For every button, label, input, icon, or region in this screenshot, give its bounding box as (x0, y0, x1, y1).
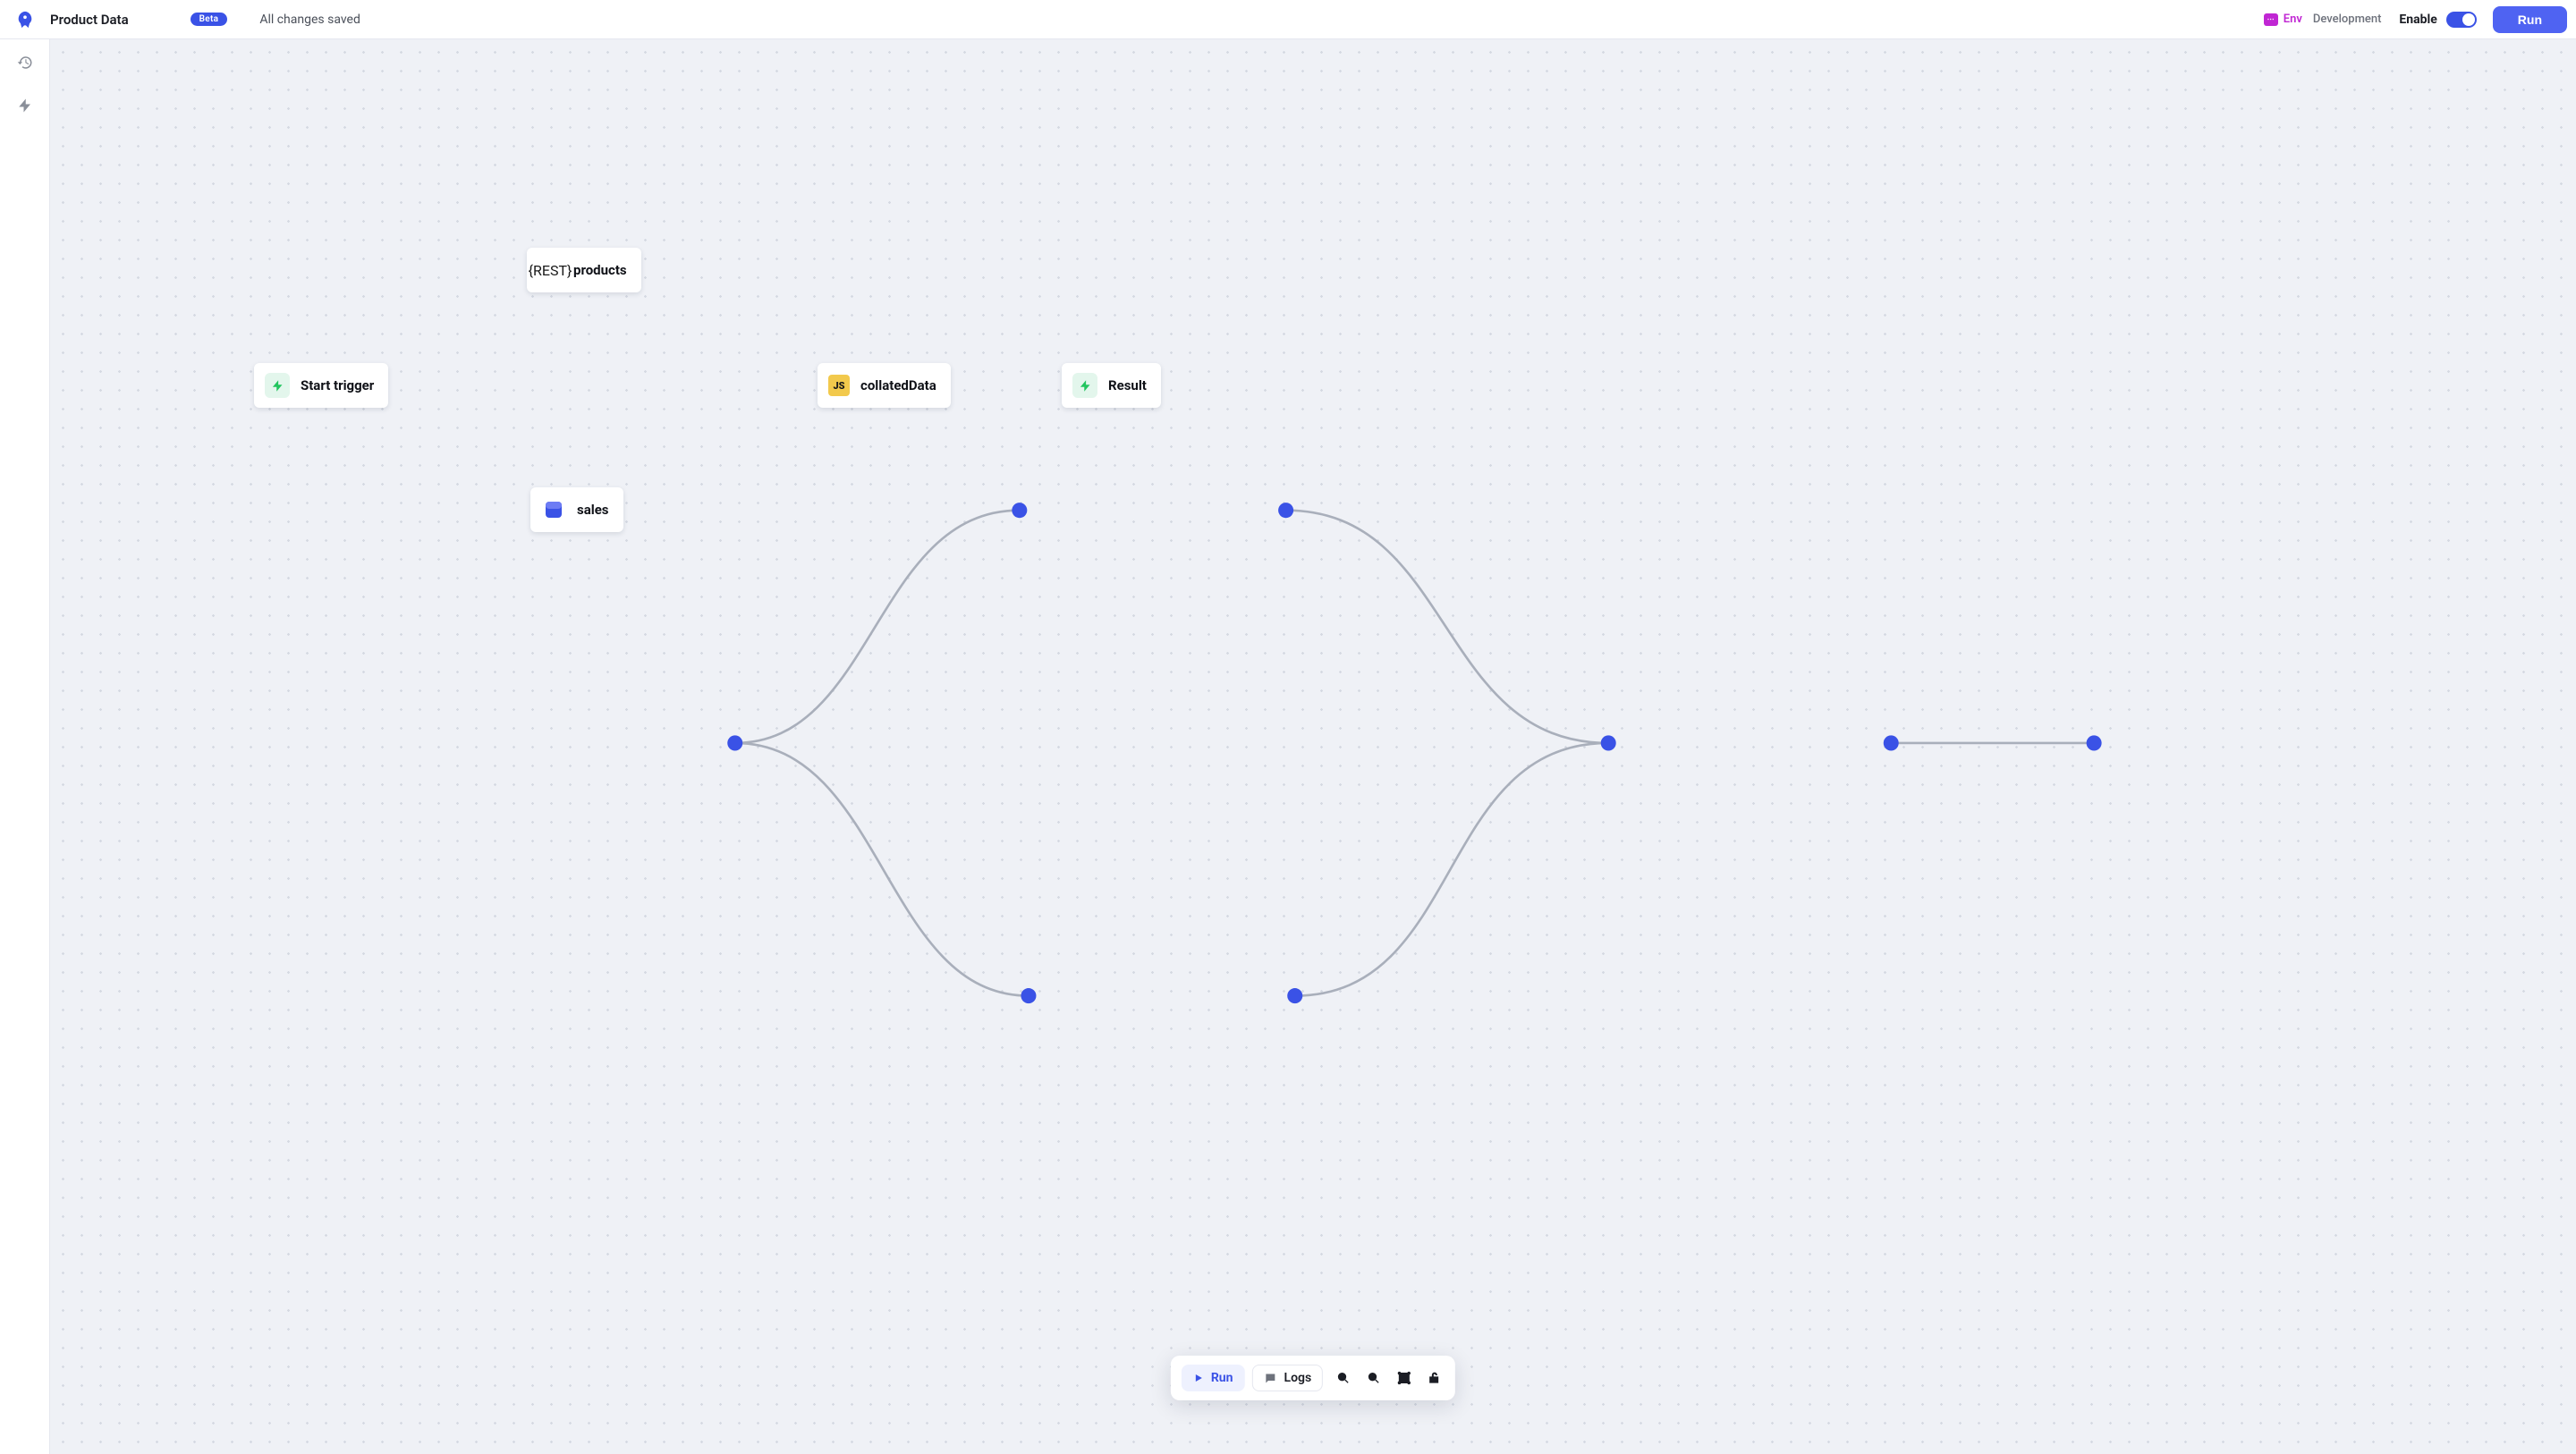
javascript-icon: JS (828, 375, 850, 396)
bolt-icon (17, 97, 33, 114)
node-sales[interactable]: sales (530, 487, 623, 532)
rocket-icon (15, 10, 35, 30)
fit-view-button[interactable] (1394, 1368, 1414, 1388)
node-products[interactable]: {REST} products (527, 248, 641, 292)
database-icon (541, 497, 566, 522)
zoom-in-icon (1336, 1371, 1351, 1385)
node-label: Result (1108, 377, 1147, 393)
zoom-out-icon (1367, 1371, 1381, 1385)
triggers-button[interactable] (13, 93, 38, 118)
zoom-in-button[interactable] (1334, 1368, 1353, 1388)
fit-icon (1397, 1371, 1411, 1385)
save-status: All changes saved (259, 13, 360, 27)
node-start-trigger[interactable]: Start trigger (254, 363, 388, 408)
node-result[interactable]: Result (1062, 363, 1161, 408)
left-sidebar (0, 39, 50, 1454)
top-header: Product Data Beta All changes saved ⋯ En… (0, 0, 2576, 39)
node-label: Start trigger (301, 377, 374, 393)
app-logo[interactable] (0, 0, 50, 39)
history-icon (17, 55, 33, 71)
node-label: products (573, 262, 627, 278)
zoom-out-button[interactable] (1364, 1368, 1384, 1388)
env-name[interactable]: Development (2313, 13, 2382, 26)
lock-open-icon (1428, 1371, 1442, 1385)
enable-label: Enable (2399, 13, 2436, 27)
run-button[interactable]: Run (1182, 1365, 1245, 1391)
edge-layer (50, 39, 2576, 1454)
logs-button[interactable]: Logs (1252, 1365, 1324, 1391)
env-short-label[interactable]: Env (2284, 13, 2302, 26)
header-left: Product Data Beta All changes saved (50, 12, 360, 28)
run-button-header[interactable]: Run (2493, 6, 2567, 33)
beta-badge: Beta (191, 13, 228, 26)
lock-button[interactable] (1425, 1368, 1445, 1388)
logs-label: Logs (1284, 1371, 1312, 1385)
canvas-toolbar: Run Logs (1171, 1356, 1455, 1400)
rest-icon: {REST} (538, 258, 563, 283)
bolt-icon (265, 373, 290, 398)
history-button[interactable] (13, 50, 38, 75)
bolt-icon (1072, 373, 1097, 398)
workflow-title[interactable]: Product Data (50, 12, 129, 28)
header-right: ⋯ Env Development Enable Run (2264, 6, 2567, 33)
logs-icon (1264, 1372, 1277, 1385)
workflow-canvas[interactable]: Start trigger {REST} products sales JS c… (50, 39, 2576, 1454)
env-icon: ⋯ (2264, 13, 2278, 26)
node-collated-data[interactable]: JS collatedData (818, 363, 951, 408)
node-label: collatedData (860, 377, 936, 393)
enable-toggle[interactable] (2446, 12, 2477, 28)
play-icon (1193, 1373, 1204, 1383)
node-label: sales (577, 502, 609, 518)
run-label: Run (1211, 1371, 1233, 1385)
